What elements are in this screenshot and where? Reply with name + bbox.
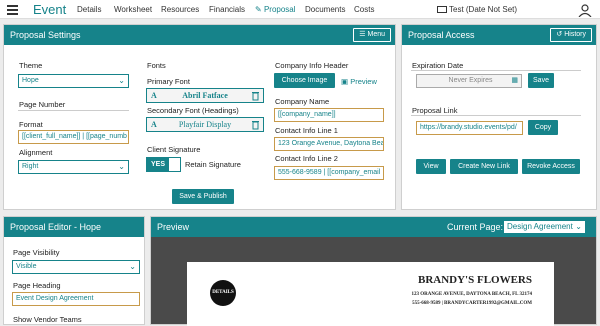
menu-button[interactable]: ☰ Menu	[353, 28, 391, 42]
divider	[411, 115, 581, 116]
retain-signature-label: Retain Signature	[185, 160, 241, 169]
divider	[18, 110, 129, 111]
menu-button-label: Menu	[367, 31, 385, 38]
nav-documents[interactable]: Documents	[305, 0, 345, 19]
revoke-access-button[interactable]: Revoke Access	[522, 159, 580, 174]
save-expiration-button[interactable]: Save	[528, 73, 554, 88]
panel-title: Proposal Access	[408, 30, 475, 40]
create-new-link-button[interactable]: Create New Link	[450, 159, 518, 174]
toggle-yes-label: YES	[147, 158, 169, 171]
current-page-select[interactable]: Design Agreement ⌄	[503, 220, 586, 234]
expiration-input[interactable]: Never Expires ▦	[416, 74, 522, 88]
page-heading-label: Page Heading	[13, 281, 61, 290]
trash-icon[interactable]	[251, 119, 260, 130]
nav-costs[interactable]: Costs	[354, 0, 374, 19]
page-number-label: Page Number	[19, 100, 66, 109]
format-input[interactable]: [[client_full_name]] | [[page_numb	[18, 130, 129, 144]
calendar-icon[interactable]: ▦	[511, 75, 518, 87]
list-icon: ☰	[359, 31, 366, 38]
nav-resources[interactable]: Resources	[161, 0, 199, 19]
preview-company-name: BRANDY'S FLOWERS	[418, 274, 532, 286]
nav-details[interactable]: Details	[77, 0, 101, 19]
user-profile-icon[interactable]	[578, 0, 592, 19]
copy-link-button[interactable]: Copy	[528, 120, 558, 135]
preview-link-label: Preview	[350, 77, 377, 86]
divider	[411, 70, 581, 71]
proposal-settings-panel: Proposal Settings ☰ Menu Theme Hope ⌄ Pag…	[3, 24, 396, 210]
image-icon: ▣	[341, 77, 349, 86]
company-name-label: Company Name	[275, 97, 330, 106]
preview-document: DETAILS BRANDY'S FLOWERS 123 ORANGE AVEN…	[187, 262, 554, 326]
pen-icon: ✎	[255, 5, 262, 14]
company-header-label: Company Info Header	[275, 61, 349, 70]
test-label: Test (Date Not Set)	[449, 5, 518, 14]
expiration-value: Never Expires	[448, 77, 493, 84]
contact2-input[interactable]: 555-668-9589 | [[company_email	[274, 166, 384, 180]
preview-panel: Preview Current Page: Design Agreement ⌄ …	[150, 216, 597, 326]
proposal-link-input[interactable]: https://brandy.studio.events/pd/	[416, 121, 523, 135]
proposal-link-label: Proposal Link	[412, 106, 458, 115]
nav-proposal-label: Proposal	[263, 5, 296, 14]
history-button-label: History	[564, 31, 586, 38]
nav-worksheet[interactable]: Worksheet	[114, 0, 152, 19]
preview-contact: 555-668-9589 | BRANDYCARTER1992@GMAIL.CO…	[412, 301, 532, 306]
preview-header: Preview Current Page: Design Agreement ⌄	[151, 217, 596, 237]
view-button[interactable]: View	[416, 159, 446, 174]
retain-signature-toggle[interactable]: YES	[146, 157, 181, 172]
theme-select[interactable]: Hope ⌄	[18, 74, 129, 88]
id-card-icon	[437, 6, 447, 14]
nav-financials[interactable]: Financials	[209, 0, 245, 19]
proposal-editor-panel: Proposal Editor - Hope Page Visibility V…	[3, 216, 145, 325]
proposal-settings-header: Proposal Settings ☰ Menu	[4, 25, 395, 45]
current-page-value: Design Agreement	[507, 222, 573, 231]
current-page-label: Current Page:	[447, 222, 504, 232]
show-vendor-teams-label: Show Vendor Teams	[13, 315, 82, 324]
page-visibility-select[interactable]: Visible ⌄	[12, 260, 140, 274]
alignment-select[interactable]: Right ⌄	[18, 160, 129, 174]
contact2-label: Contact Info Line 2	[275, 154, 338, 163]
chevron-down-icon: ⌄	[118, 162, 125, 171]
theme-label: Theme	[19, 61, 43, 70]
history-icon: ↺	[556, 31, 563, 38]
nav-proposal[interactable]: ✎ Proposal	[255, 0, 296, 19]
primary-font-label: Primary Font	[147, 77, 190, 86]
preview-address: 123 ORANGE AVENUE, DAYTONA BEACH, FL 321…	[411, 292, 533, 297]
page-heading-input[interactable]: Event Design Agreement	[12, 292, 140, 306]
hamburger-menu-icon[interactable]	[7, 0, 19, 19]
proposal-access-panel: Proposal Access ↺ History Expiration Dat…	[401, 24, 597, 210]
secondary-font-name: Playfair Display	[178, 120, 232, 129]
primary-font-picker[interactable]: A Abril Fatface	[146, 88, 264, 103]
primary-font-name: Abril Fatface	[182, 91, 228, 100]
history-button[interactable]: ↺ History	[550, 28, 592, 42]
page-visibility-label: Page Visibility	[13, 248, 60, 257]
panel-title: Preview	[157, 222, 190, 232]
contact1-input[interactable]: 123 Orange Avenue, Daytona Bea	[274, 137, 384, 151]
brand-title: Event	[33, 2, 67, 17]
choose-image-button[interactable]: Choose Image	[274, 73, 335, 88]
top-navigation: Event Details Worksheet Resources Financ…	[0, 0, 600, 19]
format-label: Format	[19, 120, 43, 129]
company-logo: DETAILS	[210, 280, 236, 306]
alignment-label: Alignment	[19, 148, 53, 157]
expiration-label: Expiration Date	[412, 61, 464, 70]
preview-link[interactable]: ▣ Preview	[341, 77, 377, 86]
contact1-label: Contact Info Line 1	[275, 126, 338, 135]
panel-title: Proposal Settings	[10, 30, 81, 40]
alignment-value: Right	[22, 163, 39, 170]
client-signature-label: Client Signature	[147, 145, 201, 154]
company-name-input[interactable]: [[company_name]]	[274, 108, 384, 122]
fonts-label: Fonts	[147, 61, 166, 70]
theme-value: Hope	[22, 77, 39, 84]
secondary-font-label: Secondary Font (Headings)	[147, 106, 239, 115]
chevron-down-icon: ⌄	[575, 222, 582, 231]
chevron-down-icon: ⌄	[129, 262, 136, 271]
trash-icon[interactable]	[251, 90, 260, 101]
visibility-value: Visible	[16, 263, 37, 270]
secondary-font-picker[interactable]: A Playfair Display	[146, 117, 264, 132]
nav-test[interactable]: Test (Date Not Set)	[437, 0, 517, 19]
proposal-editor-header: Proposal Editor - Hope	[4, 217, 144, 237]
save-publish-button[interactable]: Save & Publish	[172, 189, 234, 204]
proposal-access-header: Proposal Access ↺ History	[402, 25, 596, 45]
chevron-down-icon: ⌄	[118, 76, 125, 85]
